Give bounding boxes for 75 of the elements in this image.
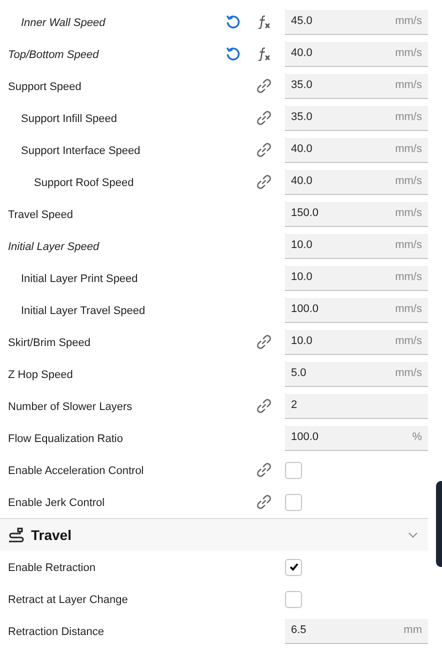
section-header[interactable]: Travel: [0, 518, 428, 551]
field-unit: mm/s: [395, 46, 422, 62]
setting-label: Skirt/Brim Speed: [8, 337, 91, 349]
field-value: 100.0: [291, 302, 319, 318]
setting-label: Travel Speed: [8, 209, 74, 221]
field-value: 40.0: [291, 46, 312, 62]
setting-label: Flow Equalization Ratio: [8, 433, 123, 445]
number-field[interactable]: 40.0 mm/s: [285, 138, 428, 162]
field-unit: mm/s: [395, 110, 422, 126]
setting-label: Support Infill Speed: [21, 113, 118, 125]
chevron-icon[interactable]: [408, 532, 418, 538]
field-value: 35.0: [291, 78, 312, 94]
number-field[interactable]: 5.0 mm/s: [285, 362, 428, 386]
setting-label: Enable Retraction: [8, 562, 96, 574]
number-field[interactable]: 100.0 %: [285, 426, 428, 450]
field-value: 150.0: [291, 206, 319, 222]
field-value: 10.0: [291, 238, 312, 254]
setting-label: Enable Jerk Control: [8, 497, 105, 509]
field-unit: mm/s: [395, 142, 422, 158]
setting-label: Top/Bottom Speed: [8, 49, 99, 61]
check-icon: [288, 562, 298, 572]
field-value: 6.5: [291, 623, 306, 638]
number-field[interactable]: 150.0 mm/s: [285, 202, 428, 226]
field-value: 40.0: [291, 142, 312, 158]
field-value: 5.0: [291, 366, 306, 382]
number-field[interactable]: 40.0 mm/s: [285, 42, 428, 66]
number-field[interactable]: 10.0 mm/s: [285, 330, 428, 354]
field-unit: mm/s: [395, 206, 422, 222]
checkbox[interactable]: [285, 558, 302, 576]
number-field[interactable]: 10.0 mm/s: [285, 234, 428, 258]
setting-label: Retraction Distance: [8, 626, 104, 638]
field-value: 45.0: [291, 14, 312, 30]
field-value: 35.0: [291, 110, 312, 126]
number-field[interactable]: 45.0 mm/s: [285, 10, 428, 34]
number-field[interactable]: 100.0 mm/s: [285, 298, 428, 322]
field-unit: mm/s: [395, 14, 422, 30]
setting-label: Initial Layer Travel Speed: [21, 305, 146, 317]
number-field[interactable]: 35.0 mm/s: [285, 74, 428, 98]
setting-label: Initial Layer Print Speed: [21, 273, 138, 285]
setting-label: Support Roof Speed: [34, 177, 134, 189]
number-field[interactable]: 35.0 mm/s: [285, 106, 428, 130]
setting-label: Inner Wall Speed: [21, 17, 106, 29]
side-tab[interactable]: [436, 481, 442, 567]
setting-label: Support Interface Speed: [21, 145, 140, 157]
section-title: Travel: [31, 526, 72, 544]
field-value: 10.0: [291, 334, 312, 350]
setting-label: Number of Slower Layers: [8, 401, 132, 413]
field-value: 100.0: [291, 430, 319, 446]
field-unit: mm/s: [395, 174, 422, 190]
setting-label: Initial Layer Speed: [8, 241, 100, 253]
number-field[interactable]: 2: [285, 394, 428, 418]
field-unit: mm/s: [395, 334, 422, 350]
number-field[interactable]: 40.0 mm/s: [285, 170, 428, 194]
field-unit: mm/s: [395, 366, 422, 382]
checkbox[interactable]: [285, 494, 302, 510]
field-unit: mm/s: [395, 78, 422, 94]
field-unit: mm: [404, 623, 422, 638]
field-unit: %: [412, 430, 422, 446]
setting-label: Enable Acceleration Control: [8, 465, 144, 477]
number-field[interactable]: 6.5 mm: [285, 618, 428, 644]
checkbox[interactable]: [285, 590, 302, 608]
field-unit: mm/s: [395, 238, 422, 254]
setting-label: Retract at Layer Change: [8, 594, 128, 606]
number-field[interactable]: 10.0 mm/s: [285, 266, 428, 290]
checkbox[interactable]: [285, 462, 302, 478]
field-value: 40.0: [291, 174, 312, 190]
travel-path-icon: [8, 527, 24, 543]
reset-icon[interactable]: [225, 46, 241, 62]
field-value: 10.0: [291, 270, 312, 286]
field-unit: mm/s: [395, 270, 422, 286]
setting-label: Z Hop Speed: [8, 369, 73, 381]
reset-icon[interactable]: [225, 14, 241, 30]
field-value: 2: [291, 398, 298, 414]
setting-label: Support Speed: [8, 81, 82, 93]
field-unit: mm/s: [395, 302, 422, 318]
